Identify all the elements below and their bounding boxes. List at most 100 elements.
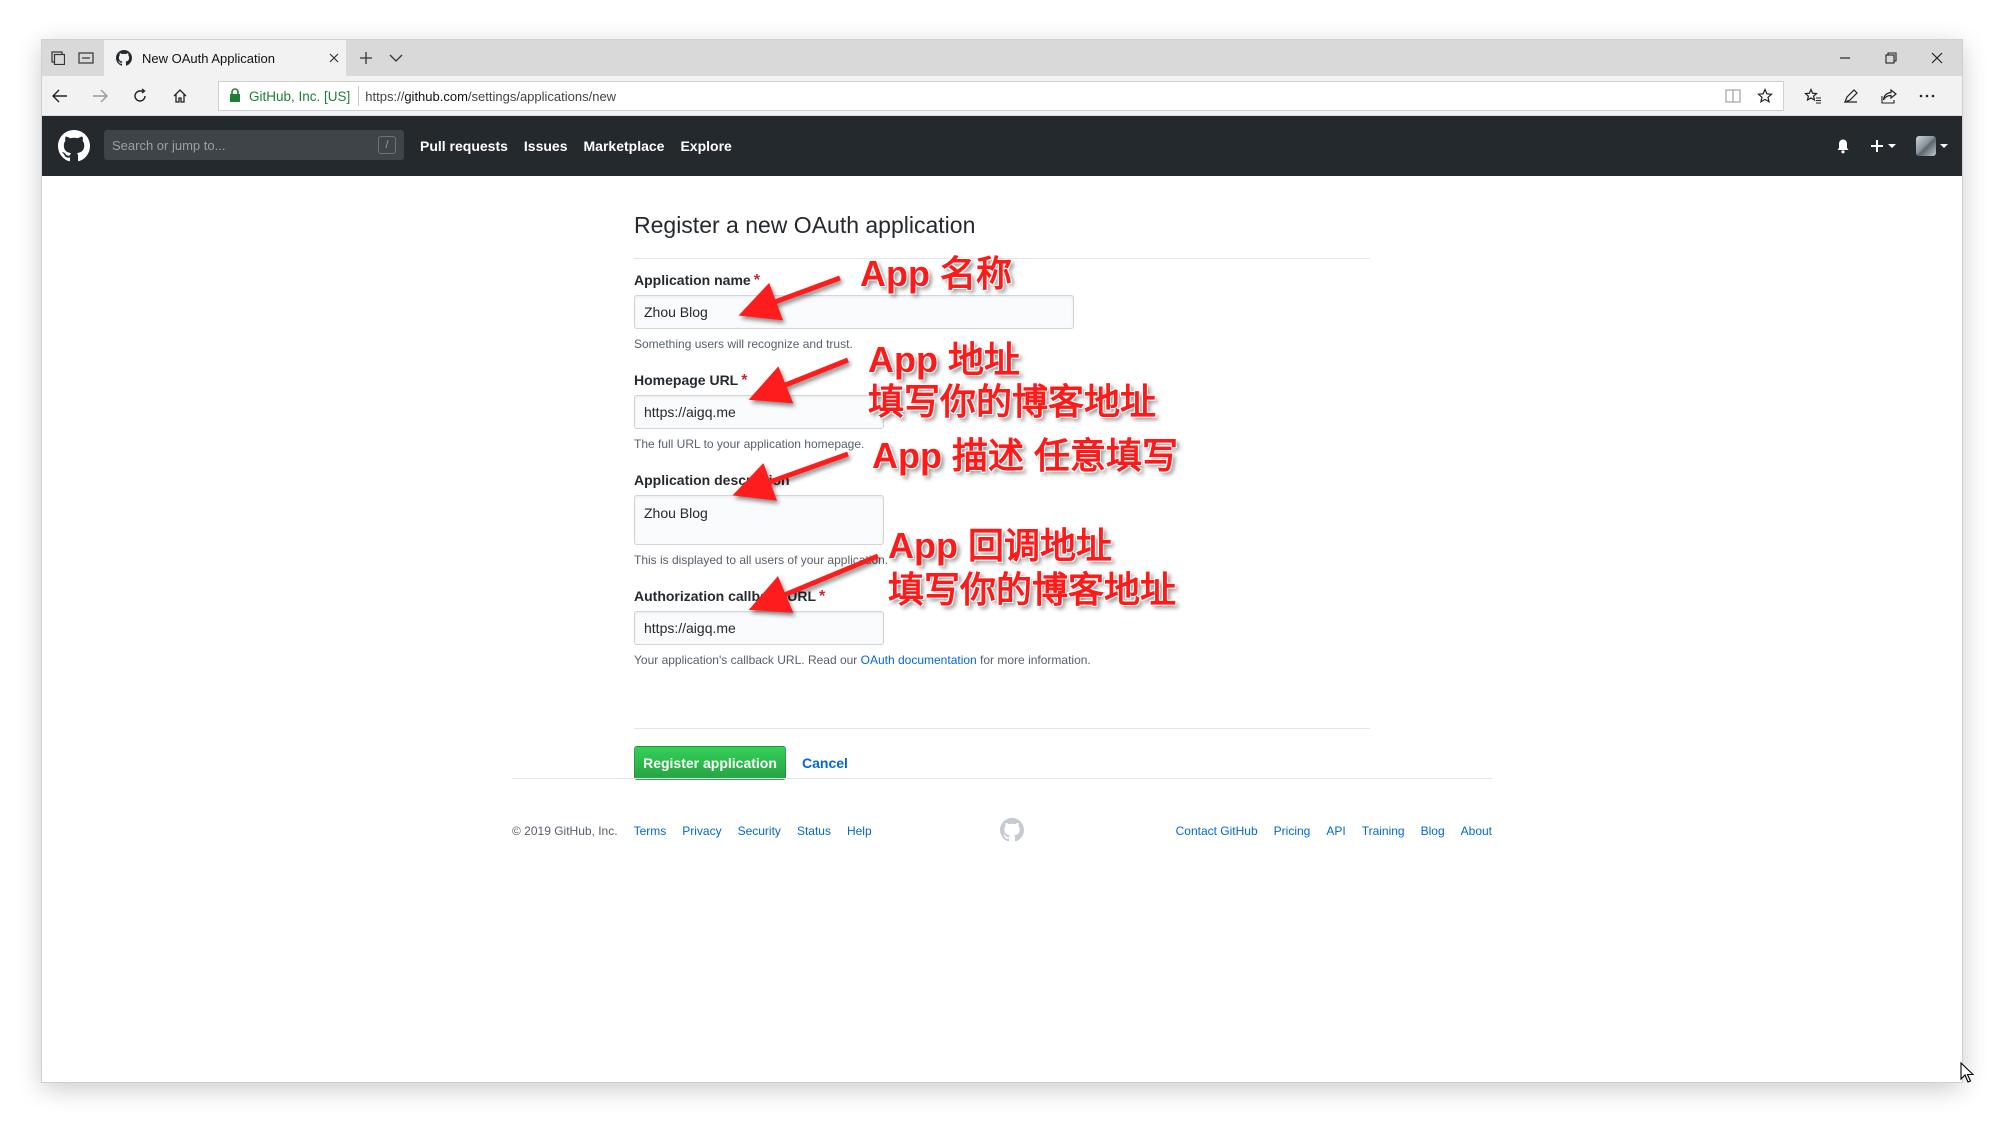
description-label: Application description [634, 472, 790, 490]
header-nav: Pull requests Issues Marketplace Explore [420, 116, 748, 176]
footer-link-help[interactable]: Help [847, 824, 872, 838]
github-logo-icon[interactable] [58, 130, 90, 162]
footer: © 2019 GitHub, Inc. Terms Privacy Securi… [512, 818, 1492, 848]
url-prefix: https:// [365, 88, 405, 104]
footer-copyright: © 2019 GitHub, Inc. [512, 824, 618, 838]
restore-icon[interactable] [1868, 44, 1914, 72]
footer-link-status[interactable]: Status [797, 824, 831, 838]
address-separator [358, 86, 360, 106]
description-label-text: Application description [634, 472, 790, 488]
address-bar[interactable]: GitHub, Inc. [US] https://github.com/set… [218, 81, 1784, 111]
user-menu-dropdown[interactable] [1916, 136, 1948, 156]
github-favicon-icon [116, 50, 132, 66]
search-shortcut-key: / [378, 136, 396, 154]
homepage-url-input[interactable]: https://aigq.me [634, 395, 884, 429]
app-name-label-text: Application name [634, 272, 751, 288]
required-mark: * [819, 588, 826, 605]
bell-icon[interactable] [1836, 138, 1850, 154]
footer-link-contact[interactable]: Contact GitHub [1176, 824, 1258, 838]
callback-note-prefix: Your application's callback URL. Read ou… [634, 653, 861, 667]
homepage-label: Homepage URL * [634, 372, 747, 390]
new-tab-icon[interactable] [354, 46, 378, 70]
app-name-label: Application name * [634, 272, 760, 290]
chevron-down-icon[interactable] [384, 46, 408, 70]
lock-icon [229, 88, 243, 104]
annotation-homepage-line2: 填写你的博客地址 [868, 381, 1157, 422]
favorites-icon[interactable] [1798, 82, 1828, 110]
app-name-input[interactable]: Zhou Blog [634, 295, 1074, 329]
footer-link-pricing[interactable]: Pricing [1274, 824, 1311, 838]
url-text[interactable]: https://github.com/settings/applications… [365, 89, 1719, 104]
reading-view-icon[interactable] [1719, 82, 1747, 110]
required-mark: * [753, 272, 760, 289]
nav-marketplace[interactable]: Marketplace [584, 138, 665, 154]
footer-link-training[interactable]: Training [1362, 824, 1405, 838]
app-name-note: Something users will recognize and trust… [634, 337, 853, 351]
create-new-dropdown[interactable] [1870, 139, 1896, 153]
annotation-callback-line2: 填写你的博客地址 [888, 569, 1177, 610]
url-domain: github.com [404, 88, 468, 104]
nav-pull-requests[interactable]: Pull requests [420, 138, 508, 154]
nav-issues[interactable]: Issues [524, 138, 568, 154]
tab-strip: New OAuth Application [42, 40, 1962, 76]
oauth-docs-link[interactable]: OAuth documentation [861, 653, 977, 667]
tab-actions-icon[interactable] [46, 46, 70, 70]
caret-icon [1888, 144, 1896, 148]
footer-link-blog[interactable]: Blog [1421, 824, 1445, 838]
close-window-icon[interactable] [1914, 44, 1960, 72]
footer-right: Contact GitHub Pricing API Training Blog… [1176, 824, 1492, 838]
search-input[interactable]: Search or jump to... / [104, 130, 404, 160]
annotation-description: App 描述 任意填写 [872, 435, 1178, 476]
callback-note: Your application's callback URL. Read ou… [634, 653, 1091, 667]
annotation-app-name: App 名称 [860, 253, 1012, 294]
home-icon[interactable] [166, 82, 194, 110]
github-header: Search or jump to... / Pull requests Iss… [42, 116, 1962, 176]
footer-left: © 2019 GitHub, Inc. Terms Privacy Securi… [512, 824, 872, 838]
form-divider [634, 728, 1370, 729]
annotation-homepage-line1: App 地址 [868, 339, 1020, 380]
back-icon[interactable] [46, 82, 74, 110]
refresh-icon[interactable] [126, 82, 154, 110]
browser-window: New OAuth Application GitHub, Inc. [US] … [42, 40, 1962, 1082]
pen-icon[interactable] [1836, 82, 1866, 110]
close-icon[interactable] [322, 46, 346, 70]
browser-toolbar: GitHub, Inc. [US] https://github.com/set… [42, 76, 1962, 116]
footer-link-api[interactable]: API [1326, 824, 1345, 838]
homepage-label-text: Homepage URL [634, 372, 739, 388]
minimize-icon[interactable] [1822, 44, 1868, 72]
tab-title: New OAuth Application [142, 50, 275, 66]
avatar [1916, 136, 1936, 156]
required-mark: * [741, 372, 748, 389]
github-mark-icon[interactable] [1000, 818, 1024, 842]
description-note: This is displayed to all users of your a… [634, 553, 889, 567]
caret-icon [1940, 144, 1948, 148]
callback-url-input[interactable]: https://aigq.me [634, 611, 884, 645]
more-icon[interactable] [1912, 82, 1942, 110]
plus-icon [1871, 140, 1883, 152]
footer-link-privacy[interactable]: Privacy [682, 824, 721, 838]
homepage-note: The full URL to your application homepag… [634, 437, 865, 451]
arrow-homepage [748, 357, 849, 404]
callback-label: Authorization callback URL * [634, 588, 825, 606]
forward-icon[interactable] [86, 82, 114, 110]
register-application-button[interactable]: Register application [634, 746, 786, 780]
description-textarea[interactable]: Zhou Blog [634, 495, 884, 545]
cancel-link[interactable]: Cancel [802, 755, 848, 771]
callback-label-text: Authorization callback URL [634, 588, 817, 604]
tab-active[interactable]: New OAuth Application [104, 40, 346, 76]
share-icon[interactable] [1874, 82, 1904, 110]
footer-link-security[interactable]: Security [738, 824, 781, 838]
annotation-callback-line1: App 回调地址 [888, 525, 1112, 566]
footer-divider [512, 778, 1492, 779]
url-path: /settings/applications/new [467, 88, 617, 104]
star-icon[interactable] [1751, 82, 1779, 110]
certificate-label[interactable]: GitHub, Inc. [US] [249, 89, 350, 104]
nav-explore[interactable]: Explore [680, 138, 731, 154]
footer-link-terms[interactable]: Terms [634, 824, 667, 838]
header-actions [1836, 116, 1948, 176]
search-placeholder: Search or jump to... [112, 137, 226, 153]
mouse-cursor-icon [1960, 1062, 1974, 1083]
footer-link-about[interactable]: About [1461, 824, 1492, 838]
tab-preview-icon[interactable] [74, 46, 98, 70]
callback-note-suffix: for more information. [976, 653, 1091, 667]
